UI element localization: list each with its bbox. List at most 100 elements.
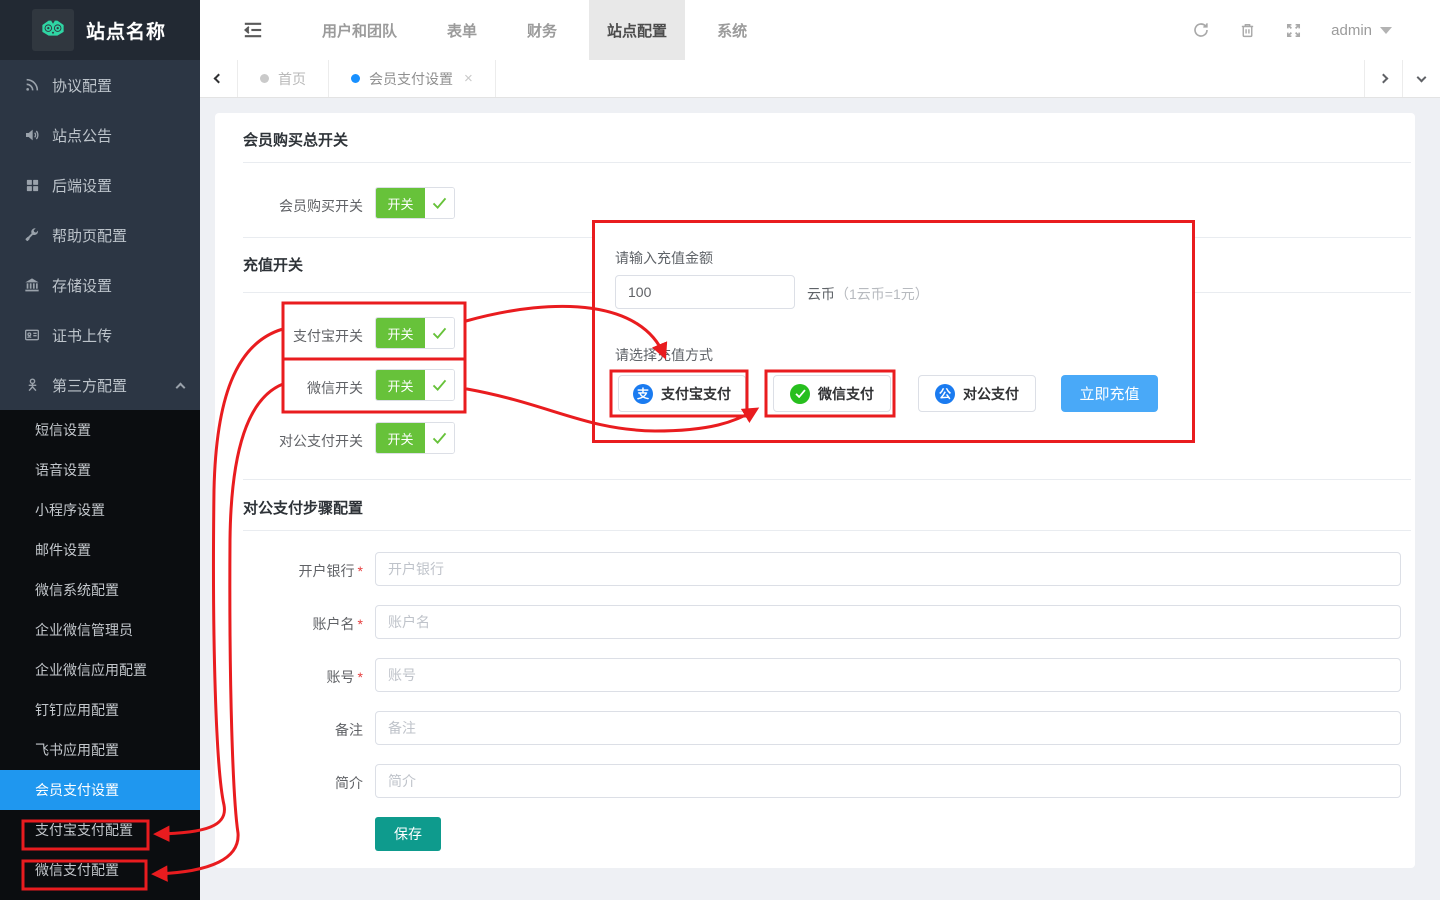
pay-button-label: 对公支付 bbox=[963, 384, 1019, 404]
tab-home[interactable]: 首页 bbox=[238, 60, 329, 97]
submenu-label: 语音设置 bbox=[35, 460, 91, 480]
submenu-item-miniprogram[interactable]: 小程序设置 bbox=[0, 490, 200, 530]
submenu-item-wechatpay-config[interactable]: 微信支付配置 bbox=[0, 850, 200, 890]
nav-label: 财务 bbox=[527, 20, 557, 41]
nav-item-forms[interactable]: 表单 bbox=[429, 0, 495, 60]
chevron-up-icon bbox=[176, 382, 186, 392]
submenu-item-feishu-app[interactable]: 飞书应用配置 bbox=[0, 730, 200, 770]
section-title-recharge-switch: 充值开关 bbox=[243, 254, 303, 275]
submenu-item-wechat-system[interactable]: 微信系统配置 bbox=[0, 570, 200, 610]
currency-unit: 云币（1云币=1元） bbox=[807, 284, 929, 304]
tab-member-payment[interactable]: 会员支付设置 × bbox=[329, 60, 496, 97]
field-label-text: 账户名 bbox=[313, 616, 355, 632]
refresh-icon[interactable] bbox=[1192, 21, 1210, 39]
field-label-text: 账号 bbox=[327, 669, 355, 685]
sidebar-menu: 协议配置 站点公告 后端设置 帮助页配置 存储设置 bbox=[0, 60, 200, 410]
sidebar-item-announcement[interactable]: 站点公告 bbox=[0, 110, 200, 160]
navbar-tools: admin bbox=[1192, 21, 1392, 39]
site-title: 站点名称 bbox=[86, 17, 166, 44]
wechat-toggle[interactable]: 开关 bbox=[375, 369, 455, 401]
recharge-amount-input[interactable] bbox=[615, 275, 795, 309]
required-asterisk: * bbox=[358, 616, 363, 632]
user-menu[interactable]: admin bbox=[1331, 22, 1392, 39]
fullscreen-icon[interactable] bbox=[1285, 22, 1302, 39]
submenu-item-member-payment[interactable]: 会员支付设置 bbox=[0, 770, 200, 810]
nav-item-system[interactable]: 系统 bbox=[699, 0, 765, 60]
sidebar-item-backend[interactable]: 后端设置 bbox=[0, 160, 200, 210]
alipay-pay-button[interactable]: 支 支付宝支付 bbox=[618, 375, 746, 412]
account-name-input[interactable] bbox=[375, 605, 1401, 639]
unit-note: （1云币=1元） bbox=[835, 286, 929, 302]
intro-input[interactable] bbox=[375, 764, 1401, 798]
submenu-label: 微信支付配置 bbox=[35, 860, 119, 880]
corporate-pay-button[interactable]: 公 对公支付 bbox=[918, 375, 1036, 412]
remark-field-label: 备注 bbox=[215, 720, 363, 740]
amount-label: 请输入充值金额 bbox=[615, 248, 713, 268]
tab-dot-icon bbox=[260, 74, 269, 83]
member-buy-toggle[interactable]: 开关 bbox=[375, 187, 455, 219]
nav-item-site-config[interactable]: 站点配置 bbox=[589, 0, 685, 60]
pay-button-label: 支付宝支付 bbox=[661, 384, 731, 404]
wechat-pay-button[interactable]: 微信支付 bbox=[773, 375, 891, 412]
sidebar-submenu: 短信设置 语音设置 小程序设置 邮件设置 微信系统配置 企业微信管理员 企业微信… bbox=[0, 410, 200, 900]
submenu-label: 钉钉应用配置 bbox=[35, 700, 119, 720]
save-button[interactable]: 保存 bbox=[375, 817, 441, 851]
fold-menu-icon[interactable] bbox=[243, 21, 263, 39]
caret-down-icon bbox=[1380, 27, 1392, 34]
tabs-scroll-right-button[interactable] bbox=[1364, 60, 1402, 97]
remark-input[interactable] bbox=[375, 711, 1401, 745]
sidebar-item-helppage[interactable]: 帮助页配置 bbox=[0, 210, 200, 260]
tab-close-icon[interactable]: × bbox=[464, 70, 473, 87]
alipay-icon: 支 bbox=[633, 384, 653, 404]
sidebar-item-thirdparty[interactable]: 第三方配置 bbox=[0, 360, 200, 410]
bank-field-label: 开户银行* bbox=[215, 561, 363, 581]
submenu-item-sms[interactable]: 短信设置 bbox=[0, 410, 200, 450]
tab-dot-icon bbox=[351, 74, 360, 83]
check-icon bbox=[425, 188, 454, 218]
required-asterisk: * bbox=[358, 563, 363, 579]
submenu-item-dingtalk-app[interactable]: 钉钉应用配置 bbox=[0, 690, 200, 730]
tabs-menu-button[interactable] bbox=[1402, 60, 1440, 97]
intro-field-label: 简介 bbox=[215, 773, 363, 793]
check-icon bbox=[425, 370, 454, 400]
nav-item-users-teams[interactable]: 用户和团队 bbox=[304, 0, 415, 60]
submenu-item-wecom-admin[interactable]: 企业微信管理员 bbox=[0, 610, 200, 650]
nav-item-finance[interactable]: 财务 bbox=[509, 0, 575, 60]
toggle-on-label: 开关 bbox=[376, 423, 425, 453]
section-title-member-switch: 会员购买总开关 bbox=[243, 129, 348, 150]
tabs-scroll-left-button[interactable] bbox=[200, 60, 238, 97]
sidebar-item-label: 第三方配置 bbox=[52, 375, 177, 396]
rss-icon bbox=[24, 77, 40, 93]
site-logo bbox=[32, 9, 74, 51]
corporate-switch-label: 对公支付开关 bbox=[215, 431, 363, 451]
submenu-label: 飞书应用配置 bbox=[35, 740, 119, 760]
submenu-item-mail[interactable]: 邮件设置 bbox=[0, 530, 200, 570]
corporate-toggle[interactable]: 开关 bbox=[375, 422, 455, 454]
logo-bar: 站点名称 bbox=[0, 0, 200, 60]
nav-label: 用户和团队 bbox=[322, 20, 397, 41]
check-icon bbox=[425, 423, 454, 453]
bank-icon bbox=[24, 277, 40, 293]
sidebar-item-label: 证书上传 bbox=[52, 325, 184, 346]
sidebar-item-storage[interactable]: 存储设置 bbox=[0, 260, 200, 310]
sidebar-item-protocol[interactable]: 协议配置 bbox=[0, 60, 200, 110]
method-label: 请选择充值方式 bbox=[615, 345, 713, 365]
member-buy-switch-label: 会员购买开关 bbox=[215, 196, 363, 216]
account-number-field-label: 账号* bbox=[215, 667, 363, 687]
trash-icon[interactable] bbox=[1239, 21, 1256, 39]
chevron-down-icon bbox=[1417, 72, 1427, 82]
bank-input[interactable] bbox=[375, 552, 1401, 586]
submenu-item-alipay-config[interactable]: 支付宝支付配置 bbox=[0, 810, 200, 850]
sidebar-item-label: 协议配置 bbox=[52, 75, 184, 96]
divider bbox=[243, 162, 1411, 163]
grid-icon bbox=[24, 177, 40, 193]
sidebar-item-label: 站点公告 bbox=[52, 125, 184, 146]
recharge-now-button[interactable]: 立即充值 bbox=[1061, 375, 1158, 412]
account-number-input[interactable] bbox=[375, 658, 1401, 692]
owl-logo-icon bbox=[38, 15, 68, 45]
submenu-item-voice[interactable]: 语音设置 bbox=[0, 450, 200, 490]
submenu-item-wecom-app[interactable]: 企业微信应用配置 bbox=[0, 650, 200, 690]
required-asterisk: * bbox=[358, 669, 363, 685]
alipay-toggle[interactable]: 开关 bbox=[375, 317, 455, 349]
sidebar-item-certificate[interactable]: 证书上传 bbox=[0, 310, 200, 360]
